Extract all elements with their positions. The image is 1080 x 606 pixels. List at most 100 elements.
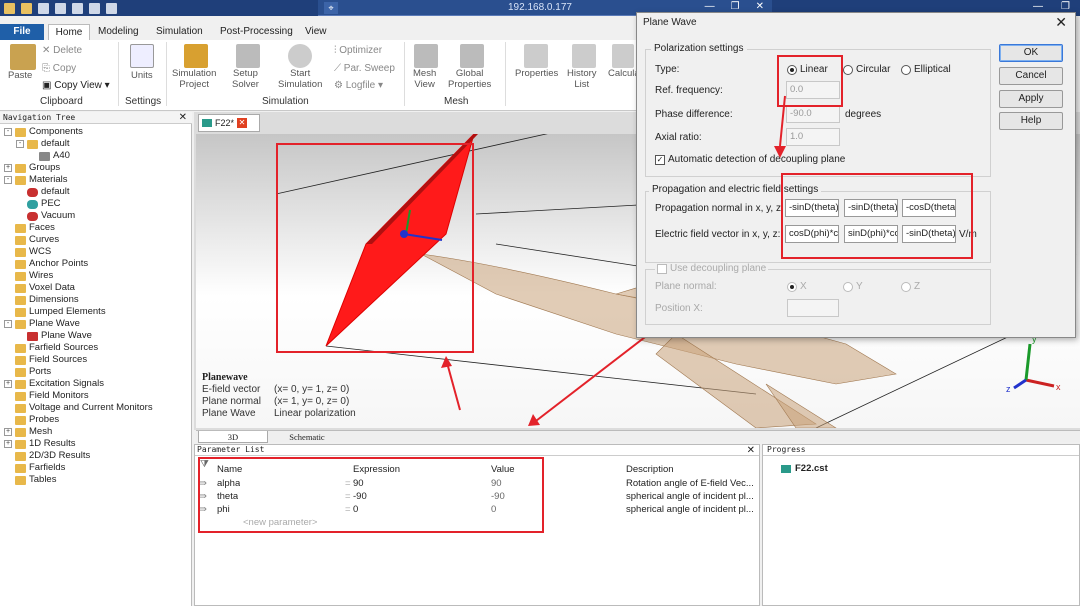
tree-item[interactable]: Anchor Points xyxy=(4,258,88,270)
tree-item[interactable]: default xyxy=(16,186,70,198)
param-name[interactable]: theta xyxy=(217,491,238,502)
column-description[interactable]: Description xyxy=(626,463,674,477)
radio-linear[interactable]: Linear xyxy=(787,64,828,75)
param-expression[interactable]: 0 xyxy=(353,504,358,515)
tree-item[interactable]: Curves xyxy=(4,234,59,246)
tree-item[interactable]: A40 xyxy=(28,150,70,162)
close-icon[interactable]: ✕ xyxy=(237,118,248,128)
tree-item[interactable]: Field Monitors xyxy=(4,390,89,402)
setup-solver-button[interactable]: Setup Solver xyxy=(232,68,259,90)
restore-icon[interactable]: ❐ xyxy=(1061,1,1070,12)
tab-modeling[interactable]: Modeling xyxy=(98,26,139,37)
cancel-button[interactable]: Cancel xyxy=(999,67,1063,85)
mesh-view-icon[interactable] xyxy=(414,44,438,68)
auto-detect-checkbox[interactable]: ✓ Automatic detection of decoupling plane xyxy=(655,154,845,165)
expand-toggle-icon[interactable]: + xyxy=(4,440,12,448)
filter-icon[interactable]: ⧩ xyxy=(200,459,209,470)
param-expression[interactable]: 90 xyxy=(353,478,364,489)
new-file-icon[interactable] xyxy=(4,2,15,14)
radio-circular[interactable]: Circular xyxy=(843,64,890,75)
global-properties-icon[interactable] xyxy=(460,44,484,68)
close-icon[interactable]: ✕ xyxy=(756,1,764,12)
minimize-icon[interactable]: — xyxy=(705,1,715,12)
tree-item[interactable]: - default xyxy=(16,138,70,150)
simulation-project-icon[interactable] xyxy=(184,44,208,68)
apply-button[interactable]: Apply xyxy=(999,90,1063,108)
radio-plane-y[interactable]: Y xyxy=(843,281,863,292)
help-button[interactable]: Help xyxy=(999,112,1063,130)
paste-icon[interactable] xyxy=(10,44,36,70)
close-icon[interactable]: ✕ xyxy=(1055,14,1067,31)
radio-elliptical[interactable]: Elliptical xyxy=(901,64,951,75)
tree-item[interactable]: Wires xyxy=(4,270,53,282)
tree-item[interactable]: +1D Results xyxy=(4,438,75,450)
logfile-button[interactable]: ⚙ Logfile ▾ xyxy=(334,80,383,91)
radio-plane-x[interactable]: X xyxy=(787,281,807,292)
redo-icon[interactable] xyxy=(106,2,117,14)
pin-icon[interactable]: ⌖ xyxy=(324,2,338,14)
undo-icon[interactable] xyxy=(89,2,100,14)
tree-item[interactable]: - Materials xyxy=(4,174,68,186)
global-properties-button[interactable]: Global Properties xyxy=(448,68,491,90)
column-name[interactable]: Name xyxy=(217,463,242,477)
tree-item[interactable]: + Excitation Signals xyxy=(4,378,104,390)
tree-item[interactable]: Field Sources xyxy=(4,354,87,366)
tree-item[interactable]: WCS xyxy=(4,246,51,258)
paste-button[interactable]: Paste xyxy=(8,70,32,81)
param-name[interactable]: phi xyxy=(217,504,230,515)
propagation-y-field[interactable]: -sinD(theta) xyxy=(844,199,898,217)
save-all-icon[interactable] xyxy=(55,2,66,14)
tree-item[interactable]: Dimensions xyxy=(4,294,79,306)
param-description[interactable]: Rotation angle of E-field Vec... xyxy=(626,478,754,489)
units-button[interactable]: Units xyxy=(131,70,153,81)
param-description[interactable]: spherical angle of incident pl... xyxy=(626,491,754,502)
start-simulation-icon[interactable] xyxy=(288,44,312,68)
tree-item[interactable]: Faces xyxy=(4,222,55,234)
tab-view[interactable]: View xyxy=(305,26,327,37)
expand-toggle-icon[interactable]: - xyxy=(16,140,24,148)
ok-button[interactable]: OK xyxy=(999,44,1063,62)
expand-toggle-icon[interactable]: + xyxy=(4,164,12,172)
units-icon[interactable] xyxy=(130,44,154,68)
tab-simulation[interactable]: Simulation xyxy=(156,26,203,37)
use-decoupling-checkbox[interactable]: Use decoupling plane xyxy=(655,263,769,274)
param-expression[interactable]: -90 xyxy=(353,491,367,502)
close-icon[interactable]: ✕ xyxy=(179,112,187,123)
tab-home[interactable]: Home xyxy=(48,24,90,41)
document-tab[interactable]: F22* ✕ xyxy=(198,114,260,132)
tab-3d[interactable]: 3D xyxy=(198,431,268,443)
copy-view-button[interactable]: ▣ Copy View ▾ xyxy=(42,80,110,91)
tree-item[interactable]: - Plane Wave xyxy=(4,318,80,330)
progress-item[interactable]: F22.cst xyxy=(781,463,828,474)
param-value[interactable]: -90 xyxy=(491,491,505,502)
tree-item[interactable]: PEC xyxy=(16,198,61,210)
tab-file[interactable]: File xyxy=(0,24,44,40)
tree-item[interactable]: Ports xyxy=(4,366,51,378)
new-parameter-row[interactable]: <new parameter> xyxy=(243,517,317,528)
tree-item[interactable]: Voltage and Current Monitors xyxy=(4,402,153,414)
history-list-icon[interactable] xyxy=(572,44,596,68)
start-simulation-button[interactable]: Start Simulation xyxy=(278,68,322,90)
restore-icon[interactable]: ❐ xyxy=(731,1,740,12)
tree-item[interactable]: Farfields xyxy=(4,462,65,474)
tree-item[interactable]: Voxel Data xyxy=(4,282,75,294)
efield-z-field[interactable]: -sinD(theta) xyxy=(902,225,956,243)
properties-icon[interactable] xyxy=(524,44,548,68)
expand-toggle-icon[interactable]: + xyxy=(4,380,12,388)
print-icon[interactable] xyxy=(72,2,83,14)
minimize-icon[interactable]: — xyxy=(1033,1,1043,12)
save-icon[interactable] xyxy=(38,2,49,14)
tab-post-processing[interactable]: Post-Processing xyxy=(220,26,293,37)
expand-toggle-icon[interactable]: - xyxy=(4,128,12,136)
expand-toggle-icon[interactable]: + xyxy=(4,428,12,436)
tree-item[interactable]: 2D/3D Results xyxy=(4,450,90,462)
tree-item[interactable]: + Groups xyxy=(4,162,60,174)
expand-toggle-icon[interactable]: - xyxy=(4,176,12,184)
column-value[interactable]: Value xyxy=(491,463,515,477)
mesh-view-button[interactable]: Mesh View xyxy=(413,68,436,90)
param-value[interactable]: 90 xyxy=(491,478,502,489)
tree-item[interactable]: Plane Wave xyxy=(16,330,92,342)
delete-button[interactable]: ✕ Delete xyxy=(42,45,82,56)
ref-frequency-field[interactable]: 0.0 xyxy=(786,81,840,99)
position-x-field[interactable] xyxy=(787,299,839,317)
